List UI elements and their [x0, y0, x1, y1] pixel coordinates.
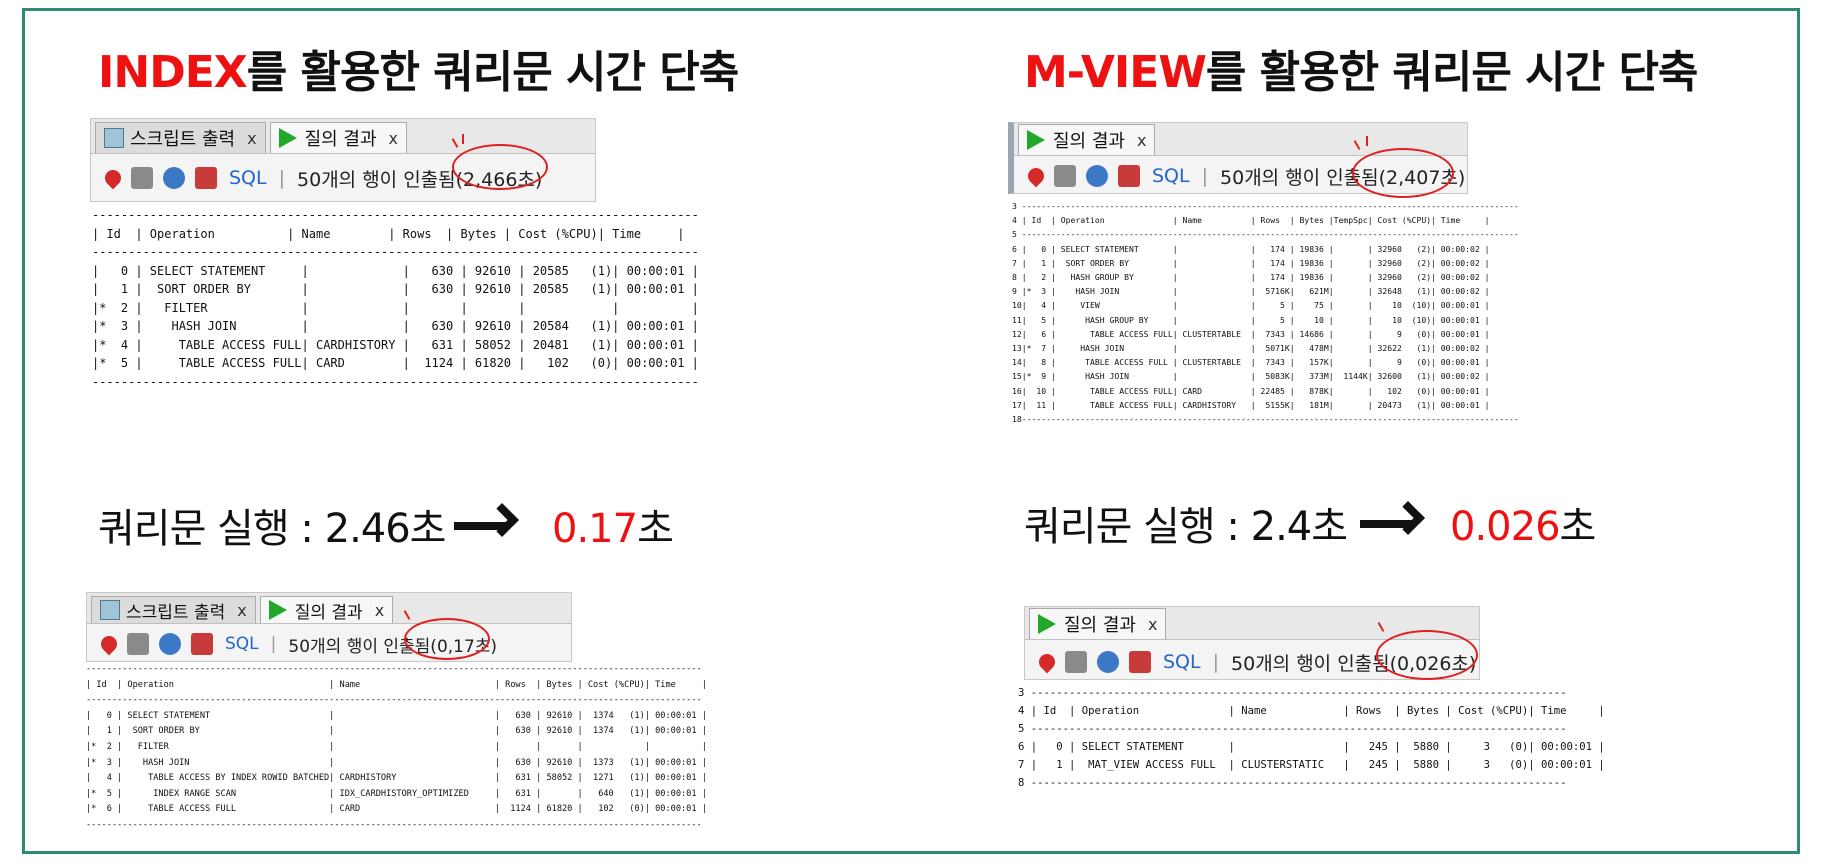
- print-icon[interactable]: [127, 633, 149, 655]
- index-heading: INDEX를 활용한 쿼리문 시간 단축: [98, 36, 740, 100]
- mview-result-value: 0.026: [1450, 504, 1561, 550]
- sql-button[interactable]: SQL: [229, 167, 267, 189]
- tab-query-result[interactable]: 질의 결과 x: [1018, 124, 1156, 155]
- arrow-right-icon: [1360, 520, 1414, 528]
- arrow-right-icon: [454, 522, 508, 530]
- mview-heading-text: 를 활용한 쿼리문 시간 단축: [1205, 47, 1699, 98]
- print-icon[interactable]: [1065, 651, 1087, 673]
- pin-icon[interactable]: [1024, 164, 1048, 188]
- mview-after-execution-plan: 3 --------------------------------------…: [1018, 684, 1605, 792]
- tab-script-output[interactable]: 스크립트 출력 x: [95, 122, 266, 153]
- index-after-result-panel: 스크립트 출력 x 질의 결과 x SQL | 50개의 행이 인출됨(0,17…: [86, 592, 572, 662]
- close-icon[interactable]: x: [247, 129, 256, 148]
- mview-heading-highlight: M-VIEW: [1024, 47, 1207, 98]
- script-icon: [104, 128, 124, 148]
- refresh-icon[interactable]: [159, 633, 181, 655]
- index-query-time-result: 0.17초: [552, 496, 674, 554]
- mview-before-execution-plan: 3 --------------------------------------…: [1012, 199, 1519, 427]
- close-icon[interactable]: x: [1148, 615, 1157, 634]
- close-icon[interactable]: x: [237, 601, 246, 620]
- tab-bar: 스크립트 출력 x 질의 결과 x: [87, 593, 571, 624]
- highlight-tick: [462, 134, 464, 144]
- tab-query-result[interactable]: 질의 결과 x: [259, 596, 394, 623]
- play-icon: [1038, 614, 1056, 634]
- sql-button[interactable]: SQL: [1163, 651, 1201, 673]
- result-toolbar: SQL | 50개의 행이 인출됨(0,17초): [87, 627, 571, 661]
- index-heading-highlight: INDEX: [98, 47, 248, 98]
- script-icon: [100, 600, 120, 620]
- tab-label: 스크립트 출력: [130, 129, 236, 150]
- mview-result-unit: 초: [1559, 504, 1597, 550]
- play-icon: [1027, 130, 1045, 150]
- index-before-execution-plan: ----------------------------------------…: [92, 206, 699, 391]
- mview-query-time-label: 쿼리문 실행 : 2.4초: [1024, 504, 1348, 550]
- tab-label: 질의 결과: [1053, 131, 1125, 152]
- index-query-time-label: 쿼리문 실행 : 2.46초: [98, 506, 446, 552]
- clear-icon[interactable]: [195, 167, 217, 189]
- tab-query-result[interactable]: 질의 결과 x: [1029, 608, 1167, 639]
- tab-label: 스크립트 출력: [126, 602, 226, 623]
- mview-heading: M-VIEW를 활용한 쿼리문 시간 단축: [1024, 36, 1699, 100]
- index-result-value: 0.17: [552, 506, 638, 552]
- highlight-circle: [1376, 630, 1478, 680]
- close-icon[interactable]: x: [375, 601, 384, 620]
- pin-icon[interactable]: [97, 632, 121, 656]
- index-heading-text: 를 활용한 쿼리문 시간 단축: [246, 47, 740, 98]
- sql-button[interactable]: SQL: [225, 634, 259, 654]
- toolbar-separator: |: [1212, 651, 1220, 673]
- print-icon[interactable]: [131, 167, 153, 189]
- print-icon[interactable]: [1054, 165, 1076, 187]
- tab-label: 질의 결과: [294, 602, 363, 623]
- tab-query-result[interactable]: 질의 결과 x: [269, 122, 407, 153]
- toolbar-separator: |: [270, 634, 277, 654]
- mview-query-time-result: 0.026초: [1450, 494, 1597, 552]
- close-icon[interactable]: x: [389, 129, 398, 148]
- tab-label: 질의 결과: [1064, 615, 1136, 636]
- refresh-icon[interactable]: [163, 167, 185, 189]
- pin-icon[interactable]: [101, 166, 125, 190]
- index-result-unit: 초: [637, 506, 674, 552]
- play-icon: [278, 128, 297, 148]
- toolbar-separator: |: [1201, 165, 1209, 187]
- play-icon: [268, 600, 287, 620]
- highlight-circle: [404, 618, 490, 660]
- index-after-execution-plan: ----------------------------------------…: [86, 662, 707, 834]
- tab-script-output[interactable]: 스크립트 출력 x: [91, 596, 256, 623]
- highlight-circle: [452, 144, 548, 190]
- highlight-circle: [1352, 148, 1454, 198]
- sql-button[interactable]: SQL: [1152, 165, 1190, 187]
- close-icon[interactable]: x: [1137, 131, 1146, 150]
- toolbar-separator: |: [278, 167, 286, 189]
- clear-icon[interactable]: [1129, 651, 1151, 673]
- clear-icon[interactable]: [191, 633, 213, 655]
- refresh-icon[interactable]: [1097, 651, 1119, 673]
- highlight-tick: [1366, 136, 1368, 146]
- refresh-icon[interactable]: [1086, 165, 1108, 187]
- tab-label: 질의 결과: [304, 129, 377, 150]
- clear-icon[interactable]: [1118, 165, 1140, 187]
- pin-icon[interactable]: [1035, 650, 1059, 674]
